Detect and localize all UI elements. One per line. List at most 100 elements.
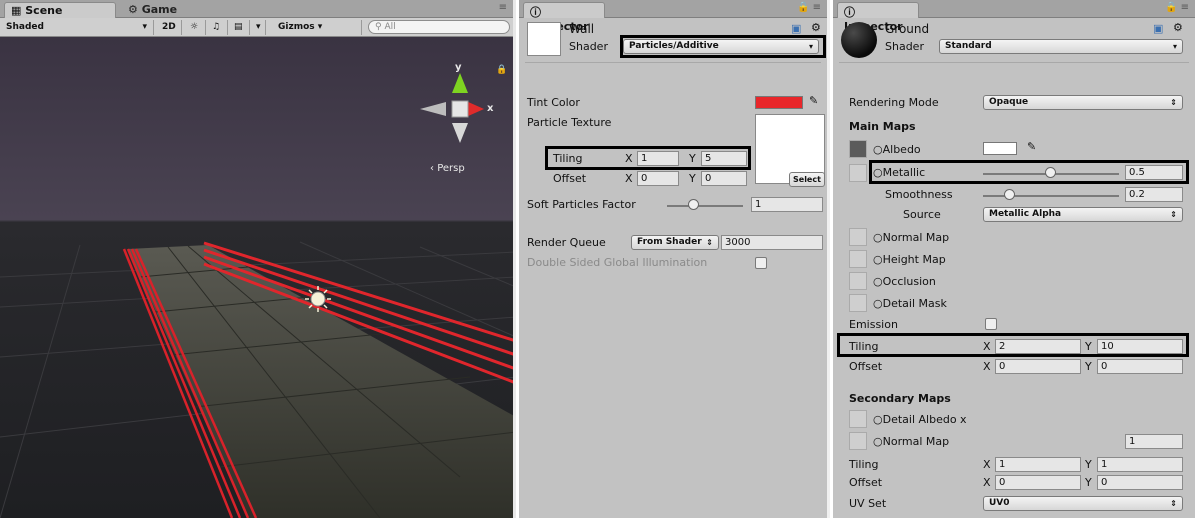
search-placeholder: All [384, 22, 396, 32]
metallic-texture-slot[interactable] [849, 164, 867, 182]
eyedropper-icon[interactable]: ✎ [1027, 140, 1036, 153]
texture-select-button[interactable]: Select [789, 172, 825, 187]
effects-chevron-icon[interactable]: ▾ [252, 20, 266, 35]
detail-mask-slot[interactable] [849, 294, 867, 312]
metallic-highlight-box [869, 160, 1189, 184]
soft-particles-label: Soft Particles Factor [527, 198, 636, 211]
help-icon[interactable]: ▣ [791, 22, 801, 35]
help-icon[interactable]: ▣ [1153, 22, 1163, 35]
tiling-highlight-box [545, 146, 751, 170]
offset-y-field[interactable]: 0 [1097, 359, 1183, 374]
offset-x-field[interactable]: 0 [637, 171, 679, 186]
rendering-mode-dropdown[interactable]: Opaque ⇕ [983, 95, 1183, 110]
chevron-down-icon: ⇕ [1170, 210, 1177, 219]
tab-game-label: Game [141, 3, 178, 16]
shading-mode-dropdown[interactable]: Shaded ▾ [2, 20, 154, 35]
uv-set-dropdown[interactable]: UV0 ⇕ [983, 496, 1183, 511]
double-sided-gi-checkbox[interactable] [755, 257, 767, 269]
soft-particles-field[interactable]: 1 [751, 197, 823, 212]
tiling-highlight-box [837, 333, 1189, 357]
header-divider [525, 62, 821, 63]
offset-x-field[interactable]: 0 [995, 359, 1081, 374]
source-dropdown[interactable]: Metallic Alpha ⇕ [983, 207, 1183, 222]
scene-search-input[interactable]: ⚲ All [368, 20, 510, 34]
main-maps-heading: Main Maps [849, 120, 916, 133]
toggle-2d-button[interactable]: 2D [158, 20, 182, 35]
emission-checkbox[interactable] [985, 318, 997, 330]
detail-albedo-label: ○Detail Albedo x [873, 413, 967, 426]
eyedropper-icon[interactable]: ✎ [809, 94, 818, 107]
detail-mask-label: ○Detail Mask [873, 297, 947, 310]
chevron-down-icon: ▾ [317, 22, 323, 32]
albedo-texture-slot[interactable] [849, 140, 867, 158]
sec-tiling-y-field[interactable]: 1 [1097, 457, 1183, 472]
smoothness-slider-knob[interactable] [1004, 189, 1016, 200]
smoothness-label: Smoothness [885, 188, 953, 201]
render-queue-dropdown[interactable]: From Shader ⇕ [631, 235, 719, 250]
settings-gear-icon[interactable]: ⚙ [1173, 21, 1183, 34]
sec-offset-x-field[interactable]: 0 [995, 475, 1081, 490]
albedo-color-swatch[interactable] [983, 142, 1017, 155]
lock-icon[interactable]: 🔒 [496, 65, 507, 75]
lock-menu-icon[interactable]: 🔒 ≡ [797, 2, 821, 13]
tint-color-swatch[interactable] [755, 96, 803, 109]
albedo-label-text: Albedo [882, 143, 921, 156]
detail-albedo-slot[interactable] [849, 410, 867, 428]
occlusion-label: ○Occlusion [873, 275, 936, 288]
orientation-gizmo[interactable] [420, 73, 484, 143]
tab-scene[interactable]: ▦ Scene [4, 2, 116, 18]
info-icon: ⓘ [530, 6, 541, 19]
render-queue-label: Render Queue [527, 236, 606, 249]
source-value: Metallic Alpha [989, 209, 1062, 219]
settings-gear-icon[interactable]: ⚙ [811, 21, 821, 34]
offset-label: Offset [553, 172, 587, 185]
offset-y-field[interactable]: 0 [701, 171, 747, 186]
detail-mask-label-text: Detail Mask [882, 297, 947, 310]
ground-plane [128, 245, 513, 518]
sec-normal-scale-field[interactable]: 1 [1125, 434, 1183, 449]
radio-circle-icon: ○ [873, 275, 883, 288]
shader-dropdown[interactable]: Standard ▾ [939, 39, 1183, 54]
sec-normal-map-label: ○Normal Map [873, 435, 949, 448]
normal-map-slot[interactable] [849, 228, 867, 246]
normal-map-label-text: Normal Map [882, 231, 950, 244]
radio-circle-icon: ○ [873, 231, 883, 244]
occlusion-slot[interactable] [849, 272, 867, 290]
effects-toggle-icon[interactable]: ▤ [230, 20, 250, 35]
scene-viewport[interactable]: y x 🔒 ‹ Persp [0, 37, 513, 518]
tab-inspector-ground[interactable]: ⓘ Inspector [837, 2, 919, 33]
height-map-label: ○Height Map [873, 253, 946, 266]
sec-offset-y-label: Y [1085, 476, 1092, 489]
tab-game[interactable]: ⚙ Game [122, 2, 212, 18]
render-queue-field[interactable]: 3000 [721, 235, 823, 250]
audio-toggle-icon[interactable]: ♫ [208, 20, 228, 35]
soft-particles-slider-knob[interactable] [687, 199, 699, 210]
scene-toolbar: Shaded ▾ 2D ☼ ♫ ▤ ▾ Gizmos ▾ ⚲ All [0, 18, 513, 37]
tab-inspector-wall[interactable]: ⓘ Inspector [523, 2, 605, 33]
offset-y-label: Y [1085, 360, 1092, 373]
persp-label[interactable]: ‹ Persp [430, 163, 465, 174]
material-preview-sphere [841, 22, 877, 58]
soft-particles-slider-track[interactable] [667, 205, 743, 207]
smoothness-field[interactable]: 0.2 [1125, 187, 1183, 202]
sec-offset-y-field[interactable]: 0 [1097, 475, 1183, 490]
inspector-ground-panel: ⓘ Inspector 🔒 ≡ Ground ▣ ⚙ Shader Standa… [833, 0, 1195, 518]
scene-panel: ▦ Scene ⚙ Game ≡ Shaded ▾ 2D ☼ ♫ ▤ ▾ Giz… [0, 0, 516, 518]
offset-label: Offset [849, 360, 883, 373]
occlusion-label-text: Occlusion [882, 275, 936, 288]
sec-normal-map-slot[interactable] [849, 432, 867, 450]
lighting-toggle-icon[interactable]: ☼ [186, 20, 206, 35]
shader-highlight-box [620, 35, 826, 58]
radio-circle-icon: ○ [873, 297, 883, 310]
sec-tiling-x-field[interactable]: 1 [995, 457, 1081, 472]
chevron-left-icon: ‹ [430, 163, 434, 174]
sec-tiling-label: Tiling [849, 458, 879, 471]
gizmos-dropdown[interactable]: Gizmos ▾ [274, 20, 362, 35]
lock-menu-icon[interactable]: 🔒 ≡ [1165, 2, 1189, 13]
radio-circle-icon: ○ [873, 435, 883, 448]
panel-menu-icon[interactable]: ≡ [499, 2, 507, 13]
sec-tiling-y-label: Y [1085, 458, 1092, 471]
particle-texture-label: Particle Texture [527, 116, 612, 129]
gizmo-y-label: y [455, 62, 462, 73]
height-map-slot[interactable] [849, 250, 867, 268]
